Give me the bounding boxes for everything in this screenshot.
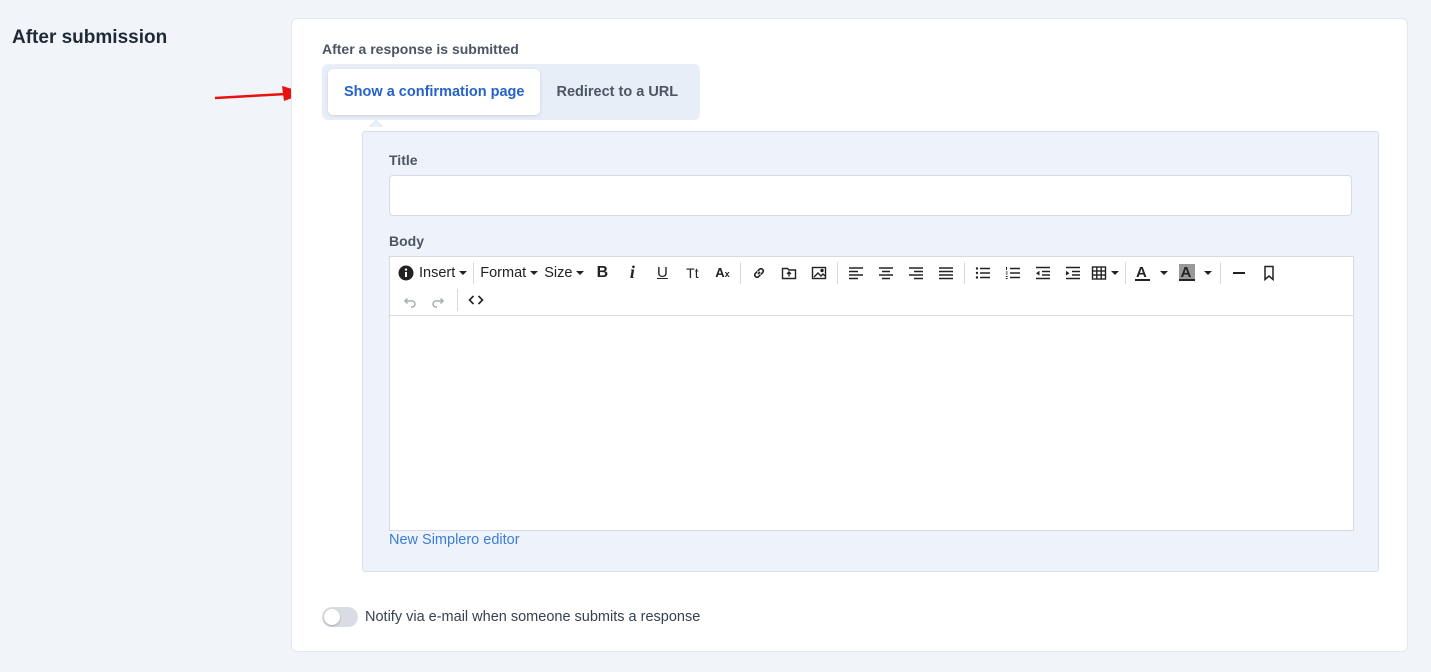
code-icon: [468, 294, 484, 305]
notify-label: Notify via e-mail when someone submits a…: [365, 609, 701, 625]
file-upload-button[interactable]: [774, 261, 804, 285]
numbered-list-icon: [1006, 266, 1021, 279]
editor-toolbar: Insert Format Size B i U Tt Ax A A: [390, 257, 1353, 316]
horizontal-rule-button[interactable]: [1224, 261, 1254, 285]
bold-icon: B: [596, 263, 609, 281]
redo-button[interactable]: [424, 288, 454, 312]
section-title: After submission: [12, 27, 168, 48]
text-color-dropdown[interactable]: A: [1129, 261, 1173, 285]
page: After submission After a response is sub…: [0, 0, 1431, 672]
align-justify-icon: [939, 266, 954, 279]
editor-content-area[interactable]: [390, 316, 1353, 530]
selection-pointer: [369, 120, 383, 127]
bookmark-icon: [1264, 265, 1275, 281]
clear-format-button[interactable]: Ax: [707, 261, 737, 285]
source-code-button[interactable]: [461, 288, 491, 312]
chevron-down-icon: [576, 270, 585, 275]
toolbar-divider: [1220, 261, 1222, 284]
undo-button[interactable]: [394, 288, 424, 312]
settings-card: After a response is submitted Show a con…: [291, 18, 1408, 652]
confirmation-panel: Title Body Insert Format Size B i U Tt A…: [362, 131, 1379, 572]
svg-text:A: A: [1181, 264, 1192, 281]
toolbar-divider: [837, 261, 839, 284]
after-response-label: After a response is submitted: [322, 41, 519, 57]
format-dropdown[interactable]: Format: [477, 261, 541, 285]
bullet-list-button[interactable]: [968, 261, 998, 285]
clear-format-icon: Ax: [715, 265, 730, 280]
size-dropdown[interactable]: Size: [541, 261, 587, 285]
indent-icon: [1066, 266, 1081, 279]
toolbar-divider: [457, 288, 458, 311]
body-label: Body: [389, 233, 424, 249]
bullet-list-icon: [976, 266, 991, 279]
align-right-button[interactable]: [901, 261, 931, 285]
italic-button[interactable]: i: [617, 261, 647, 285]
svg-text:A: A: [1136, 264, 1147, 281]
toolbar-divider: [1125, 261, 1127, 284]
link-button[interactable]: [744, 261, 774, 285]
text-case-button[interactable]: Tt: [677, 261, 707, 285]
numbered-list-button[interactable]: [998, 261, 1028, 285]
rich-text-editor: Insert Format Size B i U Tt Ax A A: [389, 256, 1354, 531]
chevron-down-icon: [530, 270, 539, 275]
chevron-down-icon: [1204, 270, 1213, 275]
align-justify-button[interactable]: [931, 261, 961, 285]
table-icon: [1092, 265, 1107, 280]
align-center-icon: [879, 266, 894, 279]
insert-label: Insert: [419, 264, 456, 281]
title-label: Title: [389, 152, 418, 168]
folder-upload-icon: [782, 267, 797, 279]
link-icon: [754, 267, 765, 278]
align-left-icon: [849, 266, 864, 279]
chevron-down-icon: [1111, 270, 1120, 275]
option-redirect-url[interactable]: Redirect to a URL: [540, 69, 694, 115]
highlight-color-dropdown[interactable]: A: [1173, 261, 1217, 285]
horizontal-rule-icon: [1233, 271, 1246, 274]
notify-toggle[interactable]: [322, 607, 358, 627]
anchor-button[interactable]: [1254, 261, 1284, 285]
redo-icon: [432, 297, 445, 308]
text-case-icon: Tt: [686, 264, 699, 281]
image-button[interactable]: [804, 261, 834, 285]
indent-button[interactable]: [1058, 261, 1088, 285]
underline-icon: U: [656, 264, 668, 281]
align-right-icon: [909, 266, 924, 279]
table-dropdown[interactable]: [1088, 261, 1122, 285]
size-label: Size: [544, 264, 573, 281]
toolbar-divider: [473, 261, 475, 284]
undo-icon: [403, 297, 416, 308]
toolbar-divider: [740, 261, 742, 284]
bold-button[interactable]: B: [587, 261, 617, 285]
image-icon: [812, 266, 827, 279]
after-response-selector: Show a confirmation page Redirect to a U…: [322, 64, 701, 120]
align-center-button[interactable]: [871, 261, 901, 285]
info-icon: [398, 265, 414, 280]
option-confirmation-page[interactable]: Show a confirmation page: [328, 69, 541, 115]
align-left-button[interactable]: [841, 261, 871, 285]
format-label: Format: [480, 264, 527, 281]
toolbar-divider: [964, 261, 966, 284]
text-color-icon: A: [1135, 264, 1151, 281]
new-editor-link[interactable]: New Simplero editor: [389, 532, 520, 548]
underline-button[interactable]: U: [647, 261, 677, 285]
chevron-down-icon: [459, 270, 468, 275]
outdent-icon: [1036, 266, 1051, 279]
chevron-down-icon: [1160, 270, 1169, 275]
italic-icon: i: [629, 262, 635, 282]
insert-dropdown[interactable]: Insert: [394, 261, 470, 285]
notify-row: Notify via e-mail when someone submits a…: [322, 607, 700, 627]
toggle-knob: [324, 609, 340, 625]
title-input[interactable]: [389, 175, 1352, 216]
highlight-color-icon: A: [1179, 263, 1196, 281]
outdent-button[interactable]: [1028, 261, 1058, 285]
